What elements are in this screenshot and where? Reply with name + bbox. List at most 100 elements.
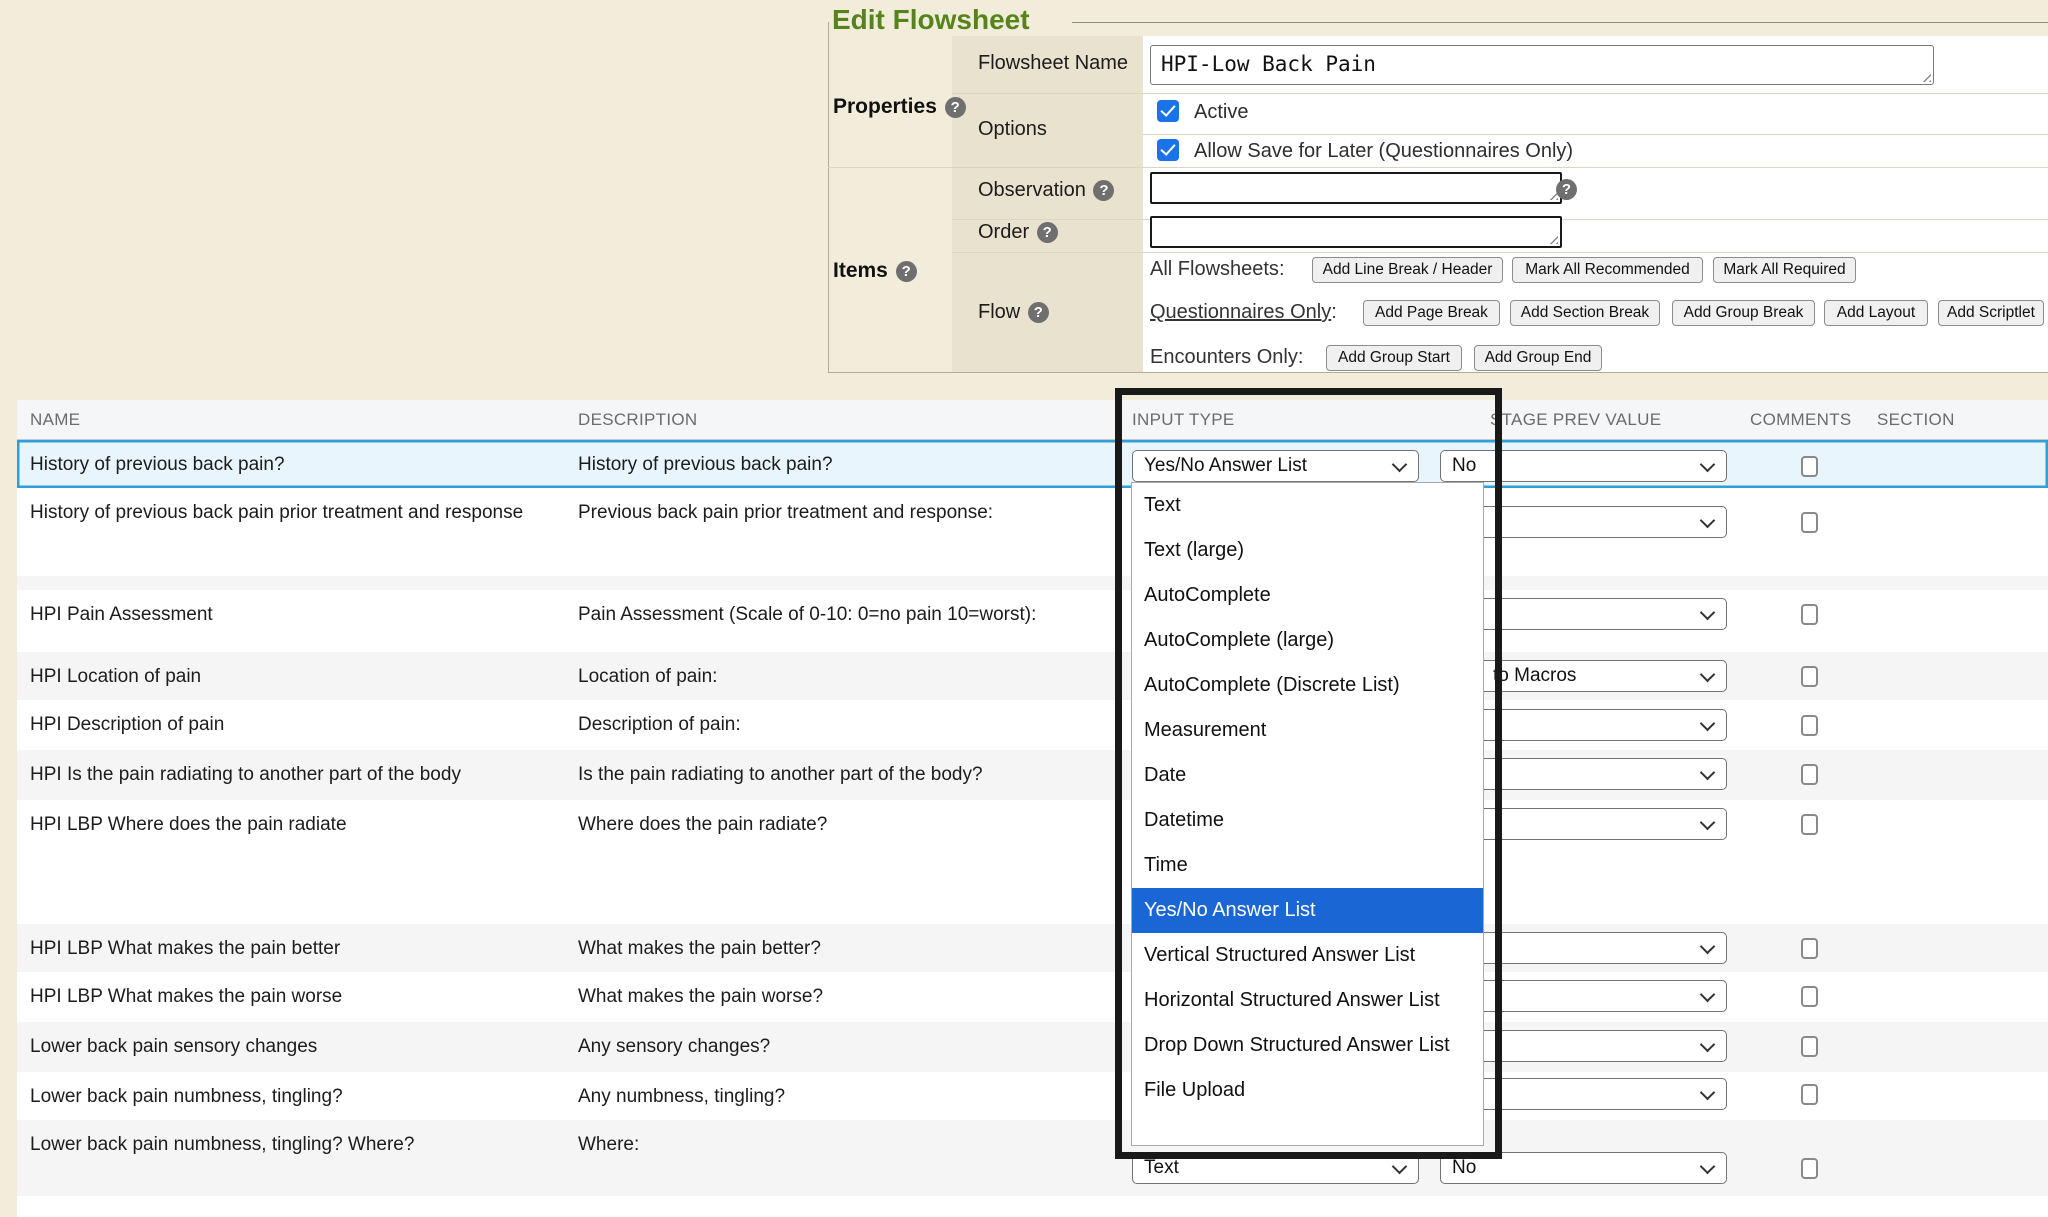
dropdown-option[interactable]: File Upload xyxy=(1132,1068,1483,1113)
row-separator xyxy=(1143,134,2048,135)
help-icon[interactable]: ? xyxy=(1028,302,1049,323)
item-name: HPI Location of pain xyxy=(30,663,555,690)
observation-help-icon[interactable]: ? xyxy=(1556,179,1577,200)
table-row[interactable]: HPI Description of painDescription of pa… xyxy=(17,700,2048,750)
table-row[interactable]: History of previous back pain?History of… xyxy=(17,440,2048,488)
table-row[interactable]: Lower back pain numbness, tingling? Wher… xyxy=(17,1120,2048,1196)
dropdown-option[interactable]: Datetime xyxy=(1132,798,1483,843)
dropdown-option[interactable]: Time xyxy=(1132,843,1483,888)
table-row[interactable]: HPI Location of painLocation of pain:to … xyxy=(17,652,2048,700)
table-row[interactable]: Lower back pain sensory changesAny senso… xyxy=(17,1022,2048,1072)
table-row[interactable]: HPI LBP What makes the pain worseWhat ma… xyxy=(17,972,2048,1022)
table-row[interactable]: HPI LBP What makes the pain better What m… xyxy=(17,924,2048,972)
add-scriptlet-button[interactable]: Add Scriptlet xyxy=(1938,300,2044,326)
encounters-only-label: Encounters Only: xyxy=(1150,346,1303,369)
add-page-break-button[interactable]: Add Page Break xyxy=(1363,300,1500,326)
table-row[interactable]: HPI LBP Where does the pain radiateWhere… xyxy=(17,800,2048,924)
table-row[interactable]: Lower back pain numbness, tingling?Any n… xyxy=(17,1072,2048,1120)
chevron-down-icon xyxy=(1700,987,1716,1003)
questionnaires-only-label[interactable]: Questionnaires Only: xyxy=(1150,301,1337,324)
table-row[interactable]: HPI Pain AssessmentPain Assessment (Scal… xyxy=(17,590,2048,652)
item-description: Where: xyxy=(578,1131,1123,1158)
mark-all-required-button[interactable]: Mark All Required xyxy=(1713,257,1856,283)
chevron-down-icon xyxy=(1700,1159,1716,1175)
comments-checkbox[interactable] xyxy=(1801,814,1818,835)
dropdown-option[interactable]: Text (large) xyxy=(1132,528,1483,573)
help-icon[interactable]: ? xyxy=(945,97,966,118)
table-row[interactable]: HPI Is the pain radiating to another par… xyxy=(17,750,2048,800)
chevron-down-icon xyxy=(1700,457,1716,473)
input-type-dropdown-list[interactable]: TextText (large)AutoCompleteAutoComplete… xyxy=(1131,482,1484,1146)
dropdown-option[interactable]: Measurement xyxy=(1132,708,1483,753)
help-icon[interactable]: ? xyxy=(896,261,917,282)
dropdown-option[interactable]: Vertical Structured Answer List xyxy=(1132,933,1483,978)
add-line-break-header-button[interactable]: Add Line Break / Header xyxy=(1312,257,1503,283)
chevron-down-icon xyxy=(1700,667,1716,683)
item-description: What makes the pain worse? xyxy=(578,983,1123,1010)
add-layout-button[interactable]: Add Layout xyxy=(1824,300,1928,326)
stage-prev-value-select[interactable]: No xyxy=(1440,1152,1727,1184)
comments-checkbox[interactable] xyxy=(1801,604,1818,625)
order-input[interactable] xyxy=(1150,216,1562,248)
comments-checkbox[interactable] xyxy=(1801,1036,1818,1057)
comments-checkbox[interactable] xyxy=(1801,938,1818,959)
chevron-down-icon xyxy=(1700,1037,1716,1053)
dropdown-option[interactable]: AutoComplete xyxy=(1132,573,1483,618)
dropdown-option[interactable]: Yes/No Answer List xyxy=(1132,888,1483,933)
comments-checkbox[interactable] xyxy=(1801,1158,1818,1179)
items-section-label: Items ? xyxy=(833,259,915,283)
active-checkbox[interactable] xyxy=(1157,100,1179,122)
table-row[interactable]: History of previous back pain prior trea… xyxy=(17,488,2048,576)
item-name: Lower back pain sensory changes xyxy=(30,1033,555,1060)
item-description: What makes the pain better? xyxy=(578,935,1123,962)
comments-checkbox[interactable] xyxy=(1801,512,1818,533)
check-icon xyxy=(1160,140,1175,156)
add-section-break-button[interactable]: Add Section Break xyxy=(1510,300,1660,326)
input-type-select[interactable]: Text xyxy=(1132,1152,1419,1184)
dropdown-option[interactable]: AutoComplete (large) xyxy=(1132,618,1483,663)
add-group-end-button[interactable]: Add Group End xyxy=(1474,345,1602,371)
dropdown-option[interactable]: AutoComplete (Discrete List) xyxy=(1132,663,1483,708)
stage-prev-value-select[interactable]: No xyxy=(1440,450,1727,482)
item-description: Any numbness, tingling? xyxy=(578,1083,1123,1110)
check-icon xyxy=(1160,101,1175,117)
help-icon[interactable]: ? xyxy=(1093,180,1114,201)
comments-checkbox[interactable] xyxy=(1801,764,1818,785)
observation-label: Observation ? xyxy=(978,179,1112,202)
flowsheet-name-label: Flowsheet Name xyxy=(978,52,1128,75)
item-name: HPI Is the pain radiating to another par… xyxy=(30,761,555,788)
item-name: HPI LBP What makes the pain better xyxy=(30,935,555,962)
dropdown-option[interactable]: Text xyxy=(1132,483,1483,528)
item-name: HPI LBP Where does the pain radiate xyxy=(30,811,555,838)
add-group-start-button[interactable]: Add Group Start xyxy=(1326,345,1462,371)
column-header-stage-prev-value: STAGE PREV VALUE xyxy=(1490,400,1661,440)
resize-grip-icon[interactable] xyxy=(1547,233,1558,244)
chevron-down-icon xyxy=(1700,605,1716,621)
table-header-row: NAMEDESCRIPTIONINPUT TYPESTAGE PREV VALU… xyxy=(17,400,2048,440)
comments-checkbox[interactable] xyxy=(1801,666,1818,687)
item-name: History of previous back pain? xyxy=(30,451,555,478)
dropdown-option[interactable]: Horizontal Structured Answer List xyxy=(1132,978,1483,1023)
mark-all-recommended-button[interactable]: Mark All Recommended xyxy=(1512,257,1703,283)
allow-save-checkbox-label: Allow Save for Later (Questionnaires Onl… xyxy=(1194,140,1573,163)
comments-checkbox[interactable] xyxy=(1801,986,1818,1007)
comments-checkbox[interactable] xyxy=(1801,1084,1818,1105)
table-row-divider xyxy=(17,576,2048,590)
comments-checkbox[interactable] xyxy=(1801,456,1818,477)
resize-grip-icon[interactable] xyxy=(1920,71,1931,82)
allow-save-checkbox[interactable] xyxy=(1157,139,1179,161)
input-type-select[interactable]: Yes/No Answer List xyxy=(1132,450,1419,482)
add-group-break-button[interactable]: Add Group Break xyxy=(1672,300,1815,326)
dropdown-option[interactable]: Date xyxy=(1132,753,1483,798)
chevron-down-icon xyxy=(1700,513,1716,529)
dropdown-option[interactable]: Drop Down Structured Answer List xyxy=(1132,1023,1483,1068)
flowsheet-name-input[interactable]: HPI-Low Back Pain xyxy=(1150,45,1934,85)
item-name: HPI Description of pain xyxy=(30,711,555,738)
fieldset-top-border xyxy=(1072,22,2048,23)
help-icon[interactable]: ? xyxy=(1037,222,1058,243)
observation-input[interactable] xyxy=(1150,172,1562,204)
item-name: HPI Pain Assessment xyxy=(30,601,555,628)
chevron-down-icon xyxy=(1700,716,1716,732)
comments-checkbox[interactable] xyxy=(1801,715,1818,736)
column-header-comments: COMMENTS xyxy=(1750,400,1852,440)
